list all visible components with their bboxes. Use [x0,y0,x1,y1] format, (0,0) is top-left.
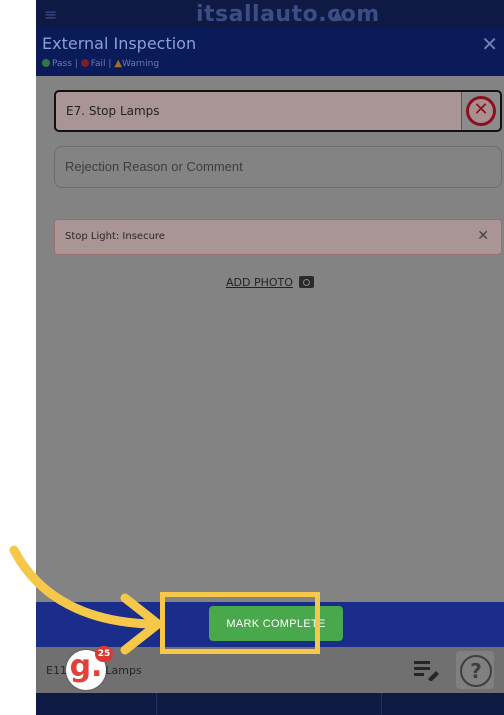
remove-reason-icon[interactable]: ✕ [477,228,489,244]
add-photo-label: ADD PHOTO [226,276,293,289]
home-icon[interactable]: ▲ [332,7,343,23]
pass-dot-icon [42,59,50,67]
fail-toggle-button[interactable]: ✕ [461,92,500,130]
list-edit-icon[interactable] [414,659,440,681]
inspection-item[interactable]: E7. Stop Lamps ✕ [54,90,502,132]
next-item-suffix: Lamps [105,664,142,677]
legend-fail: Fail | [90,59,112,69]
bottom-tab-bar [36,693,504,715]
notification-badge: 25 [95,646,113,662]
menu-icon[interactable]: ≡ [44,5,57,24]
app-window: ≡ itsallauto.com ▲ External Inspection P… [36,0,504,715]
camera-icon [298,276,314,288]
help-button[interactable]: ? [456,651,494,689]
top-bar: ≡ itsallauto.com ▲ [36,0,504,28]
next-item-prefix: E11 [46,664,67,677]
fail-x-icon: ✕ [466,96,496,126]
add-photo-link[interactable]: ADD PHOTO [226,276,314,289]
legend-warning: Warning [122,59,160,69]
modal-header: External Inspection Pass | Fail | ▲Warni… [36,28,504,76]
help-icon: ? [460,655,492,687]
comment-input[interactable]: Rejection Reason or Comment [54,146,502,188]
legend-pass: Pass | [52,59,78,69]
warning-icon: ▲ [114,58,123,69]
site-title: itsallauto.com [196,2,380,27]
reason-label: Stop Light: Insecure [65,231,165,242]
fail-dot-icon [80,59,89,67]
rejection-reason-tag: Stop Light: Insecure ✕ [54,219,502,255]
modal-title: External Inspection [42,34,197,53]
tab-divider [381,693,382,715]
item-label: E7. Stop Lamps [66,104,160,118]
inspection-panel: E7. Stop Lamps ✕ Rejection Reason or Com… [36,76,504,602]
status-legend: Pass | Fail | ▲Warning [42,58,159,69]
tab-divider [156,693,157,715]
close-icon[interactable]: ✕ [481,32,498,56]
mark-complete-button[interactable]: MARK COMPLETE [209,606,343,641]
